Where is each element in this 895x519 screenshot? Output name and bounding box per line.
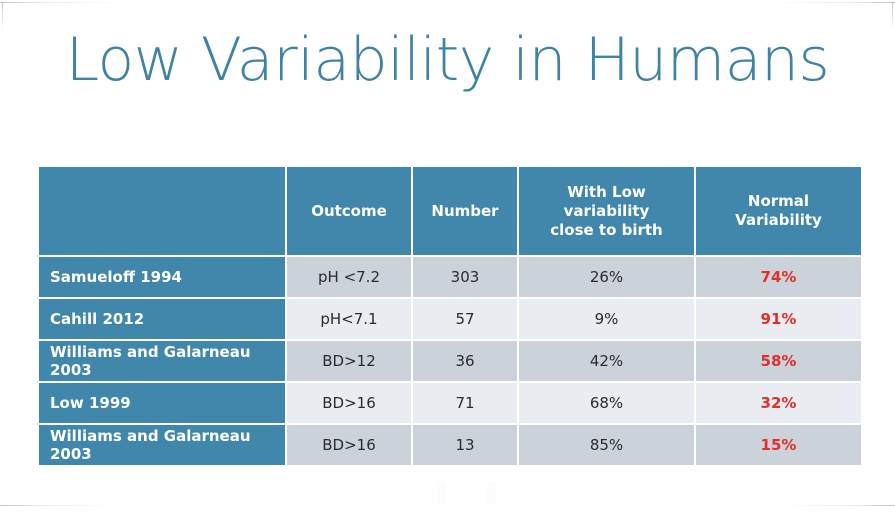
column-header-number: Number xyxy=(413,167,517,255)
cell-normal-variability: 91% xyxy=(696,299,861,339)
table-header-row: Outcome Number With Low variability clos… xyxy=(39,167,861,255)
cell-low-variability: 9% xyxy=(519,299,694,339)
cell-low-variability: 68% xyxy=(519,383,694,423)
table-body: Samueloff 1994 pH <7.2 303 26% 74% Cahil… xyxy=(39,257,861,465)
cell-outcome: BD>16 xyxy=(287,383,411,423)
capture-artifact xyxy=(437,482,446,504)
table-row: Williams and Galarneau 2003 BD>12 36 42%… xyxy=(39,341,861,381)
slide-frame-bottom-border xyxy=(0,505,895,506)
cell-study: Samueloff 1994 xyxy=(39,257,285,297)
column-header-low-variability: With Low variability close to birth xyxy=(519,167,694,255)
column-header-study xyxy=(39,167,285,255)
cell-number: 71 xyxy=(413,383,517,423)
page-title: Low Variability in Humans xyxy=(65,25,830,95)
table-row: Cahill 2012 pH<7.1 57 9% 91% xyxy=(39,299,861,339)
cell-study: Williams and Galarneau 2003 xyxy=(39,425,285,465)
table-header: Outcome Number With Low variability clos… xyxy=(39,167,861,255)
cell-outcome: pH <7.2 xyxy=(287,257,411,297)
slide-frame-top-border xyxy=(0,2,895,3)
cell-normal-variability: 58% xyxy=(696,341,861,381)
table-row: Low 1999 BD>16 71 68% 32% xyxy=(39,383,861,423)
cell-outcome: BD>12 xyxy=(287,341,411,381)
column-header-normal-variability: Normal Variability xyxy=(696,167,861,255)
cell-number: 36 xyxy=(413,341,517,381)
cell-low-variability: 26% xyxy=(519,257,694,297)
cell-outcome: pH<7.1 xyxy=(287,299,411,339)
cell-number: 303 xyxy=(413,257,517,297)
cell-study: Low 1999 xyxy=(39,383,285,423)
cell-low-variability: 42% xyxy=(519,341,694,381)
study-results-table: Outcome Number With Low variability clos… xyxy=(37,165,863,467)
cell-normal-variability: 32% xyxy=(696,383,861,423)
capture-artifact xyxy=(487,482,496,504)
cell-study: Cahill 2012 xyxy=(39,299,285,339)
table-row: Samueloff 1994 pH <7.2 303 26% 74% xyxy=(39,257,861,297)
table-row: Williams and Galarneau 2003 BD>16 13 85%… xyxy=(39,425,861,465)
column-header-low-variability-line1: With Low variability xyxy=(563,182,650,220)
cell-number: 57 xyxy=(413,299,517,339)
column-header-low-variability-line2: close to birth xyxy=(550,220,663,239)
column-header-outcome: Outcome xyxy=(287,167,411,255)
presentation-slide: Low Variability in Humans Outcome Number… xyxy=(0,0,895,519)
cell-low-variability: 85% xyxy=(519,425,694,465)
cell-study: Williams and Galarneau 2003 xyxy=(39,341,285,381)
cell-normal-variability: 15% xyxy=(696,425,861,465)
cell-normal-variability: 74% xyxy=(696,257,861,297)
cell-number: 13 xyxy=(413,425,517,465)
cell-outcome: BD>16 xyxy=(287,425,411,465)
